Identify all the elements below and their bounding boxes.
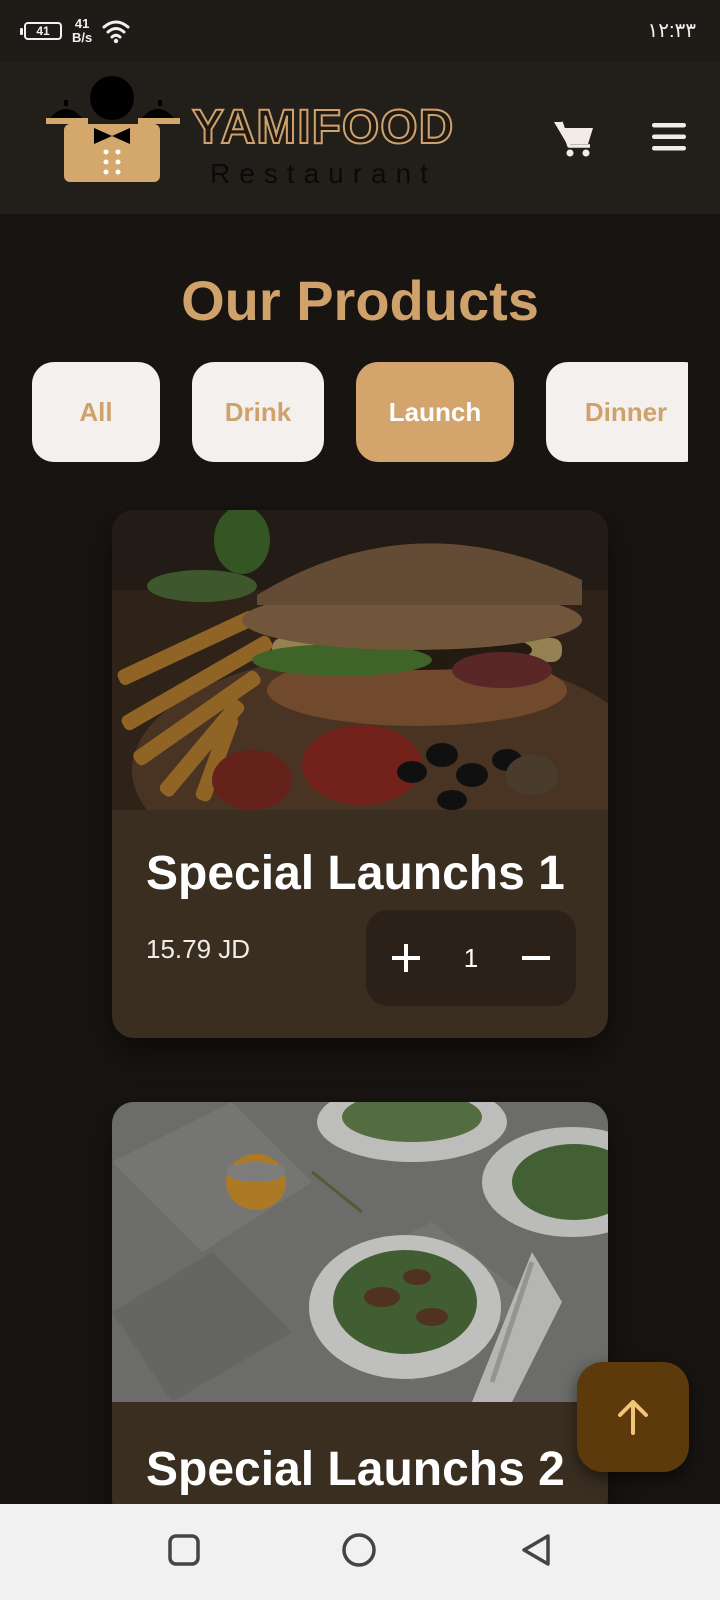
recent-apps-button[interactable] — [166, 1532, 202, 1568]
decrease-quantity-button[interactable] — [514, 936, 558, 980]
network-speed: 41 B/s — [72, 17, 92, 45]
app-header: YAMIFOOD Restaurant — [0, 62, 720, 214]
battery-icon: 41 — [20, 22, 62, 40]
increase-quantity-button[interactable] — [384, 936, 428, 980]
page-title: Our Products — [181, 269, 539, 332]
quantity-value: 1 — [463, 942, 479, 973]
product-name: Special Launchs 2 — [146, 1443, 565, 1496]
status-bar: 41 41 B/s ۱۲:۳۳ — [0, 0, 720, 62]
filter-launch-button[interactable]: Launch — [356, 362, 514, 462]
cart-icon[interactable] — [552, 118, 596, 158]
quantity-stepper: 1 — [366, 910, 576, 1006]
product-price: 15.79 JD — [146, 934, 251, 964]
plus-icon — [391, 944, 420, 972]
arrow-up-icon — [618, 1400, 648, 1435]
back-button[interactable] — [518, 1532, 554, 1570]
scroll-to-top-button[interactable] — [577, 1362, 689, 1472]
product-card: Special Launchs 2 — [112, 1102, 608, 1522]
network-speed-value: 41 — [74, 16, 90, 31]
battery-level: 41 — [36, 24, 50, 38]
category-filter-bar: All Drink Launch Dinner — [32, 362, 688, 462]
status-clock: ۱۲:۳۳ — [647, 20, 696, 42]
hamburger-menu-icon[interactable] — [652, 122, 686, 152]
network-speed-unit: B/s — [72, 30, 93, 45]
brand-subtitle: Restaurant — [210, 158, 437, 189]
brand-name: YAMIFOOD — [191, 100, 455, 155]
filter-dinner-button[interactable]: Dinner — [546, 362, 688, 462]
home-button[interactable] — [340, 1532, 378, 1570]
product-card: Special Launchs 1 15.79 JD 1 — [112, 510, 608, 1038]
wifi-icon — [102, 20, 130, 44]
product-name: Special Launchs 1 — [146, 847, 565, 900]
filter-drink-button[interactable]: Drink — [192, 362, 324, 462]
system-nav-bar — [0, 1504, 720, 1600]
chef-logo-icon[interactable] — [44, 76, 184, 188]
product-image-burger — [112, 510, 608, 810]
minus-icon — [522, 956, 551, 960]
filter-all-button[interactable]: All — [32, 362, 160, 462]
product-image-salad — [112, 1102, 608, 1402]
